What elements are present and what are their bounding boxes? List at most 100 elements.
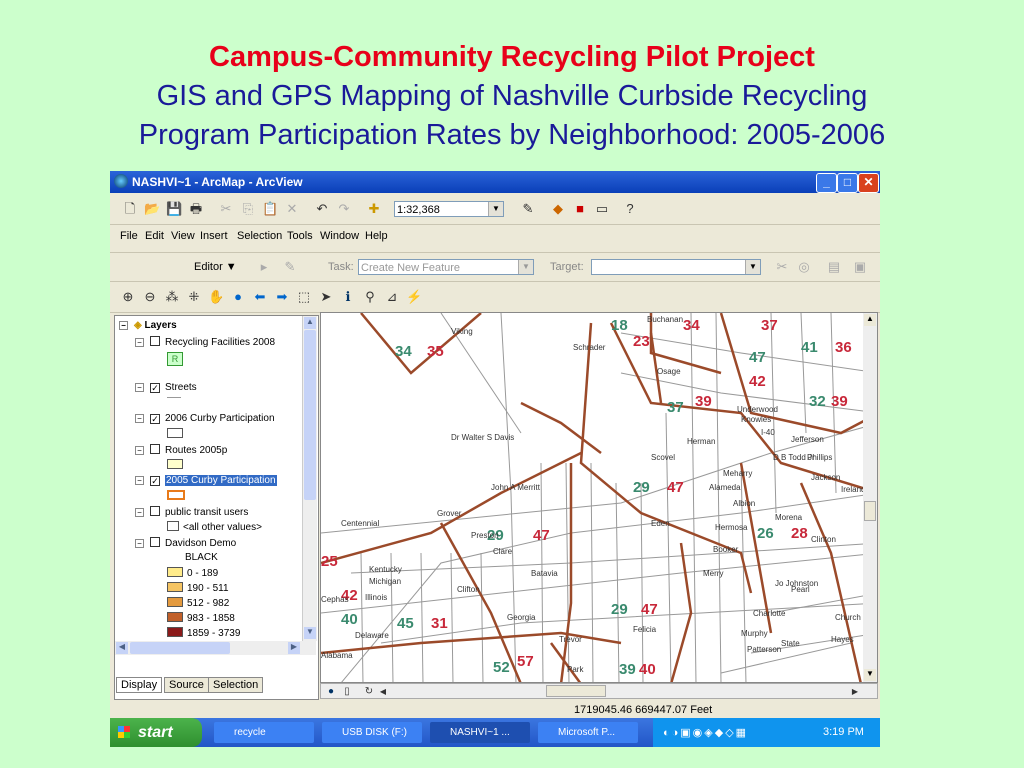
- collapse-icon[interactable]: −: [135, 383, 144, 392]
- toc-root[interactable]: − ◈ Layers: [119, 320, 177, 331]
- scroll-left-icon[interactable]: ◀: [116, 642, 128, 654]
- layer-checkbox[interactable]: [150, 444, 160, 454]
- toc-horizontal-scrollbar[interactable]: ◀ ▶: [115, 641, 316, 655]
- menu-selection[interactable]: Selection: [237, 230, 282, 242]
- taskbar-item-usb-disk[interactable]: USB DISK (F:): [322, 722, 422, 743]
- command-line-icon[interactable]: ▭: [594, 201, 610, 217]
- toc-layer-2005-curby[interactable]: − ✓ 2005 Curby Participation: [135, 475, 277, 486]
- zoom-in-icon[interactable]: ⊕: [120, 289, 136, 305]
- menu-file[interactable]: File: [120, 230, 138, 242]
- target-combo[interactable]: ▼: [591, 259, 761, 275]
- start-button[interactable]: start: [110, 718, 202, 747]
- map-scale-combo[interactable]: 1:32,368 ▼: [394, 201, 504, 217]
- map-vertical-scrollbar[interactable]: ▲ ▼: [863, 313, 877, 682]
- menu-tools[interactable]: Tools: [287, 230, 313, 242]
- minimize-button[interactable]: _: [816, 173, 837, 193]
- hyperlink-icon[interactable]: ⚡: [406, 289, 422, 305]
- fixed-zoom-out-icon[interactable]: ⁜: [186, 289, 202, 305]
- tray-icons[interactable]: ◐◑▣◉◈◆◇▦: [663, 726, 748, 739]
- tab-source[interactable]: Source: [164, 677, 209, 693]
- editor-toolbar-icon[interactable]: ✎: [520, 201, 536, 217]
- zoom-out-icon[interactable]: ⊖: [142, 289, 158, 305]
- scroll-right-icon[interactable]: ▶: [288, 642, 300, 654]
- scroll-up-icon[interactable]: ▲: [864, 314, 876, 326]
- window-titlebar[interactable]: NASHVI~1 - ArcMap - ArcView _ □ ✕: [110, 171, 880, 193]
- close-button[interactable]: ✕: [858, 173, 879, 193]
- layout-view-icon[interactable]: ▯: [339, 684, 355, 700]
- scroll-left-icon[interactable]: ◀: [375, 684, 391, 700]
- collapse-icon[interactable]: −: [135, 446, 144, 455]
- collapse-icon[interactable]: −: [135, 539, 144, 548]
- collapse-icon[interactable]: −: [135, 508, 144, 517]
- sketch-properties-icon[interactable]: ▣: [852, 259, 868, 275]
- rotate-tool-icon[interactable]: ◎: [796, 259, 812, 275]
- find-icon[interactable]: ⚲: [362, 289, 378, 305]
- toc-layer-2006-curby[interactable]: − ✓ 2006 Curby Participation: [135, 413, 275, 424]
- layer-checkbox[interactable]: ✓: [150, 383, 160, 393]
- edit-tool-icon[interactable]: ▸: [256, 259, 272, 275]
- layer-checkbox[interactable]: [150, 537, 160, 547]
- layer-checkbox[interactable]: [150, 336, 160, 346]
- data-view-icon[interactable]: ●: [323, 684, 339, 700]
- menu-help[interactable]: Help: [365, 230, 388, 242]
- collapse-icon[interactable]: −: [135, 476, 144, 485]
- scroll-down-icon[interactable]: ▼: [864, 669, 876, 681]
- paste-icon[interactable]: 📋: [262, 201, 278, 217]
- collapse-icon[interactable]: −: [135, 414, 144, 423]
- fixed-zoom-in-icon[interactable]: ⁂: [164, 289, 180, 305]
- new-document-icon[interactable]: 🗋: [122, 201, 138, 217]
- scroll-thumb[interactable]: [130, 642, 230, 654]
- open-folder-icon[interactable]: 📂: [144, 201, 160, 217]
- menu-insert[interactable]: Insert: [200, 230, 228, 242]
- maximize-button[interactable]: □: [837, 173, 858, 193]
- toc-layer-streets[interactable]: − ✓ Streets: [135, 382, 197, 393]
- sketch-tool-icon[interactable]: ✎: [282, 259, 298, 275]
- back-arrow-icon[interactable]: ⬅: [252, 289, 268, 305]
- forward-arrow-icon[interactable]: ➡: [274, 289, 290, 305]
- arctoolbox-icon[interactable]: ◆: [550, 201, 566, 217]
- toc-layer-recycling[interactable]: − Recycling Facilities 2008: [135, 336, 275, 348]
- taskbar-item-arcmap[interactable]: NASHVI~1 ...: [430, 722, 530, 743]
- attributes-icon[interactable]: ▤: [826, 259, 842, 275]
- redo-icon[interactable]: ↷: [336, 201, 352, 217]
- cut-icon[interactable]: ✂: [218, 201, 234, 217]
- collapse-icon[interactable]: −: [135, 338, 144, 347]
- tab-display[interactable]: Display: [116, 677, 163, 693]
- scroll-down-icon[interactable]: ▼: [304, 627, 316, 639]
- scroll-thumb[interactable]: [546, 685, 606, 697]
- add-data-icon[interactable]: ✚: [366, 201, 382, 217]
- print-icon[interactable]: 🖶: [188, 201, 204, 217]
- scroll-thumb[interactable]: [304, 330, 316, 500]
- scroll-right-icon[interactable]: ▶: [847, 684, 863, 700]
- save-icon[interactable]: 💾: [166, 201, 182, 217]
- measure-icon[interactable]: ⊿: [384, 289, 400, 305]
- select-features-icon[interactable]: ⬚: [296, 289, 312, 305]
- tab-selection[interactable]: Selection: [208, 677, 264, 693]
- select-pointer-icon[interactable]: ➤: [318, 289, 334, 305]
- layer-checkbox[interactable]: [150, 506, 160, 516]
- copy-icon[interactable]: ⎘: [240, 201, 256, 217]
- toc-layer-routes[interactable]: − Routes 2005p: [135, 444, 227, 456]
- delete-icon[interactable]: ✕: [284, 201, 300, 217]
- taskbar-item-recycle[interactable]: recycle: [214, 722, 314, 743]
- pan-icon[interactable]: ✋: [208, 289, 224, 305]
- layer-checkbox[interactable]: ✓: [150, 414, 160, 424]
- split-tool-icon[interactable]: ✂: [774, 259, 790, 275]
- identify-icon[interactable]: ℹ: [340, 289, 356, 305]
- toc-layer-davidson[interactable]: − Davidson Demo: [135, 537, 236, 549]
- menu-view[interactable]: View: [171, 230, 195, 242]
- menu-edit[interactable]: Edit: [145, 230, 164, 242]
- toc-layer-transit[interactable]: − public transit users: [135, 506, 248, 518]
- collapse-icon[interactable]: −: [119, 321, 128, 330]
- toc-vertical-scrollbar[interactable]: ▲ ▼: [302, 316, 317, 641]
- toolbox-icon[interactable]: ■: [572, 201, 588, 217]
- map-view[interactable]: 18 34 37 23 34 35 47 41 36 42 37 39 32 39 29 47 29 47 26 28…: [320, 312, 878, 683]
- taskbar-item-powerpoint[interactable]: Microsoft P...: [538, 722, 638, 743]
- full-extent-icon[interactable]: ●: [230, 289, 246, 305]
- task-combo[interactable]: Create New Feature ▼: [358, 259, 534, 275]
- editor-menu[interactable]: Editor ▼: [194, 261, 237, 273]
- menu-window[interactable]: Window: [320, 230, 359, 242]
- layer-checkbox[interactable]: ✓: [150, 476, 160, 486]
- scroll-thumb[interactable]: [864, 501, 876, 521]
- whats-this-icon[interactable]: ?: [622, 201, 638, 217]
